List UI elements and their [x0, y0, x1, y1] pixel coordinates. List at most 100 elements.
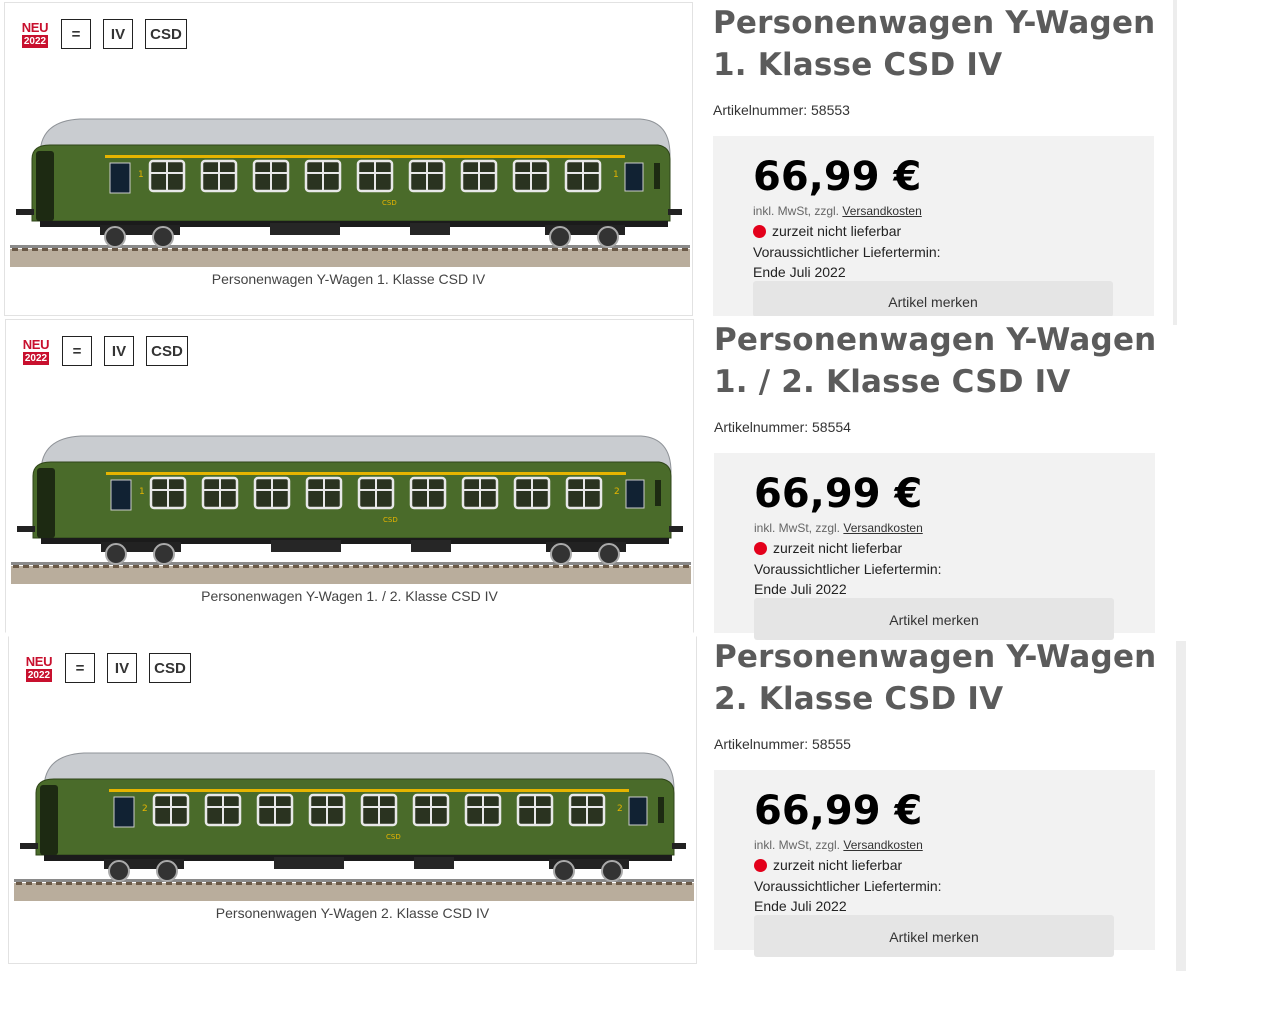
buffer — [669, 526, 683, 532]
article-number: Artikelnummer: 58555 — [714, 736, 851, 752]
wheel — [601, 860, 623, 882]
buy-box: 66,99 € inkl. MwSt, zzgl. Versandkosten … — [714, 453, 1155, 640]
product-title: Personenwagen Y-Wagen 1. / 2. Klasse CSD… — [714, 322, 1157, 400]
buffer — [20, 843, 38, 849]
door-window — [110, 479, 132, 511]
price: 66,99 € — [754, 788, 923, 834]
epoch-badge: IV — [104, 336, 134, 366]
product-card: NEU 2022 = IV CSD 1 2 CSD Personenwagen Y-… — [0, 319, 1200, 640]
new-badge-label: NEU — [22, 336, 50, 352]
availability-status: zurzeit nicht lieferbar — [753, 223, 901, 239]
delivery-label: Voraussichtlicher Liefertermin: — [754, 561, 942, 577]
product-info: Personenwagen Y-Wagen 1. / 2. Klasse CSD… — [714, 319, 1159, 640]
new-badge-year: 2022 — [21, 34, 49, 48]
buffer — [16, 209, 34, 215]
product-card: NEU 2022 = IV CSD 2 2 CSD Personenwagen Y-… — [0, 636, 1200, 964]
product-badges: NEU 2022 = IV CSD — [19, 18, 199, 50]
column-divider — [1176, 641, 1186, 971]
door-window — [624, 162, 644, 192]
product-image-panel[interactable]: NEU 2022 = IV CSD 1 2 CSD Personenwagen Y-… — [5, 319, 694, 633]
passenger-car-image[interactable]: 2 2 CSD — [14, 745, 694, 905]
image-caption: Personenwagen Y-Wagen 2. Klasse CSD IV — [215, 905, 490, 921]
add-to-wishlist-button[interactable]: Artikel merken — [754, 598, 1114, 640]
car-stripe — [109, 789, 629, 792]
dc-system-badge: = — [62, 336, 92, 366]
wheel — [597, 226, 619, 248]
product-title: Personenwagen Y-Wagen 1. Klasse CSD IV — [713, 5, 1156, 83]
shipping-costs-link[interactable]: Versandkosten — [843, 521, 922, 535]
column-divider — [1173, 0, 1177, 325]
image-caption: Personenwagen Y-Wagen 1. Klasse CSD IV — [211, 271, 486, 287]
underframe-box — [414, 857, 454, 869]
availability-text: zurzeit nicht lieferbar — [772, 223, 902, 239]
article-number: Artikelnummer: 58553 — [713, 102, 850, 118]
buffer — [17, 526, 35, 532]
product-badges: NEU 2022 = IV CSD — [23, 652, 203, 684]
availability-status: zurzeit nicht lieferbar — [754, 540, 902, 556]
class-number: 2 — [614, 487, 620, 497]
shipping-costs-link[interactable]: Versandkosten — [842, 204, 921, 218]
new-badge-label: NEU — [21, 19, 49, 35]
track-ballast — [14, 883, 694, 901]
product-card: NEU 2022 = IV CSD 1 1 CSD Personenwagen Y-… — [0, 2, 1200, 320]
epoch-badge: IV — [103, 19, 133, 49]
track-ballast — [10, 249, 690, 267]
tax-prefix: inkl. MwSt, zzgl. — [754, 838, 841, 852]
class-number: 2 — [142, 804, 148, 814]
door-window — [109, 162, 131, 194]
product-info: Personenwagen Y-Wagen 1. Klasse CSD IV A… — [713, 2, 1158, 320]
product-info: Personenwagen Y-Wagen 2. Klasse CSD IV A… — [714, 636, 1159, 957]
wheel — [553, 860, 575, 882]
passenger-car-image[interactable]: 1 1 CSD — [10, 111, 690, 271]
car-end-door — [37, 468, 55, 538]
image-caption: Personenwagen Y-Wagen 1. / 2. Klasse CSD… — [201, 588, 498, 604]
new-badge-label: NEU — [25, 653, 53, 669]
underframe-box — [410, 223, 450, 235]
car-end-door — [658, 797, 664, 823]
door-window — [628, 796, 648, 826]
class-number: 1 — [139, 487, 145, 497]
car-lettering: CSD — [382, 199, 397, 207]
delivery-date: Ende Juli 2022 — [753, 264, 846, 280]
car-lettering: CSD — [386, 833, 401, 841]
product-badges: NEU 2022 = IV CSD — [20, 335, 200, 367]
delivery-label: Voraussichtlicher Liefertermin: — [753, 244, 941, 260]
price: 66,99 € — [754, 471, 923, 517]
car-end-door — [655, 480, 661, 506]
tax-prefix: inkl. MwSt, zzgl. — [753, 204, 840, 218]
railway-badge: CSD — [149, 653, 191, 683]
product-image-panel[interactable]: NEU 2022 = IV CSD 1 1 CSD Personenwagen Y-… — [4, 2, 693, 316]
wheel — [549, 226, 571, 248]
wheel — [152, 226, 174, 248]
track-ballast — [11, 566, 691, 584]
delivery-date: Ende Juli 2022 — [754, 581, 847, 597]
door-window — [625, 479, 645, 509]
underframe-box — [271, 540, 341, 552]
underframe-box — [270, 223, 340, 235]
delivery-info: Voraussichtlicher Liefertermin: Ende Jul… — [754, 559, 942, 599]
car-end-door — [654, 163, 660, 189]
dc-system-badge: = — [65, 653, 95, 683]
tax-note: inkl. MwSt, zzgl. Versandkosten — [753, 204, 922, 218]
delivery-label: Voraussichtlicher Liefertermin: — [754, 878, 942, 894]
price: 66,99 € — [753, 154, 922, 200]
epoch-badge: IV — [107, 653, 137, 683]
door-window — [113, 796, 135, 828]
buy-box: 66,99 € inkl. MwSt, zzgl. Versandkosten … — [713, 136, 1154, 316]
add-to-wishlist-button[interactable]: Artikel merken — [753, 281, 1113, 316]
wheel — [550, 543, 572, 565]
product-image-panel[interactable]: NEU 2022 = IV CSD 2 2 CSD Personenwagen Y-… — [8, 636, 697, 964]
shipping-costs-link[interactable]: Versandkosten — [843, 838, 922, 852]
car-end-door — [40, 785, 58, 855]
add-to-wishlist-button[interactable]: Artikel merken — [754, 915, 1114, 957]
delivery-date: Ende Juli 2022 — [754, 898, 847, 914]
article-number: Artikelnummer: 58554 — [714, 419, 851, 435]
railway-badge: CSD — [146, 336, 188, 366]
passenger-car-image[interactable]: 1 2 CSD — [11, 428, 691, 588]
availability-status: zurzeit nicht lieferbar — [754, 857, 902, 873]
tax-prefix: inkl. MwSt, zzgl. — [754, 521, 841, 535]
new-badge-year: 2022 — [22, 351, 50, 365]
buffer — [672, 843, 686, 849]
buy-box: 66,99 € inkl. MwSt, zzgl. Versandkosten … — [714, 770, 1155, 957]
car-lettering: CSD — [383, 516, 398, 524]
